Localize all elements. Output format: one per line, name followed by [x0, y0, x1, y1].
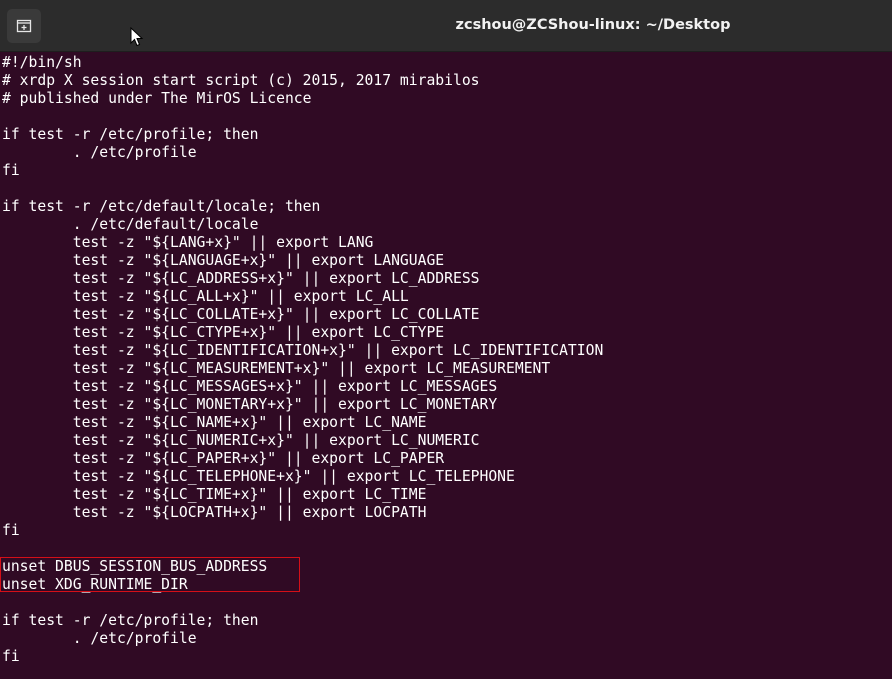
- terminal-line: if test -r /etc/profile; then: [2, 126, 259, 143]
- terminal-line: fi: [2, 162, 20, 179]
- terminal-line: # published under The MirOS Licence: [2, 90, 312, 107]
- terminal-line: test -z "${LC_ALL+x}" || export LC_ALL: [2, 288, 409, 305]
- window-title: zcshou@ZCShou-linux: ~/Desktop: [455, 17, 731, 33]
- terminal-line: test -z "${LC_NUMERIC+x}" || export LC_N…: [2, 432, 480, 449]
- terminal-line: test -z "${LC_IDENTIFICATION+x}" || expo…: [2, 342, 604, 359]
- terminal-line: unset XDG_RUNTIME_DIR: [2, 576, 188, 593]
- terminal-line: test -z "${LC_MEASUREMENT+x}" || export …: [2, 360, 551, 377]
- terminal-line: test -z "${LC_CTYPE+x}" || export LC_CTY…: [2, 324, 445, 341]
- terminal-line: # xrdp X session start script (c) 2015, …: [2, 72, 480, 89]
- terminal-line: . /etc/default/locale: [2, 216, 259, 233]
- terminal-line: . /etc/profile: [2, 630, 197, 647]
- terminal-line: test -z "${LC_ADDRESS+x}" || export LC_A…: [2, 270, 480, 287]
- terminal-line: fi: [2, 522, 20, 539]
- terminal-line: test -z "${LANG+x}" || export LANG: [2, 234, 374, 251]
- terminal-window: zcshou@ZCShou-linux: ~/Desktop #!/bin/sh…: [0, 0, 892, 679]
- terminal-line: test -z "${LC_MONETARY+x}" || export LC_…: [2, 396, 498, 413]
- terminal-line: #!/bin/sh: [2, 54, 82, 71]
- terminal-line: test -z "${LC_NAME+x}" || export LC_NAME: [2, 414, 427, 431]
- terminal-line: if test -r /etc/profile; then: [2, 612, 259, 629]
- terminal-line: test -z "${LC_TIME+x}" || export LC_TIME: [2, 486, 427, 503]
- terminal-line: test -z "${LC_COLLATE+x}" || export LC_C…: [2, 306, 480, 323]
- terminal-line: test -z "${LC_MESSAGES+x}" || export LC_…: [2, 378, 498, 395]
- title-bar[interactable]: zcshou@ZCShou-linux: ~/Desktop: [0, 0, 892, 52]
- terminal-line: unset DBUS_SESSION_BUS_ADDRESS: [2, 558, 268, 575]
- terminal-line: fi: [2, 648, 20, 665]
- terminal-line: if test -r /etc/default/locale; then: [2, 198, 321, 215]
- terminal-line: test -z "${LANGUAGE+x}" || export LANGUA…: [2, 252, 445, 269]
- terminal-line: test -z "${LC_TELEPHONE+x}" || export LC…: [2, 468, 515, 485]
- terminal-output[interactable]: #!/bin/sh # xrdp X session start script (…: [2, 54, 603, 666]
- terminal-line: test -z "${LOCPATH+x}" || export LOCPATH: [2, 504, 427, 521]
- terminal-line: . /etc/profile: [2, 144, 197, 161]
- terminal-line: test -z "${LC_PAPER+x}" || export LC_PAP…: [2, 450, 445, 467]
